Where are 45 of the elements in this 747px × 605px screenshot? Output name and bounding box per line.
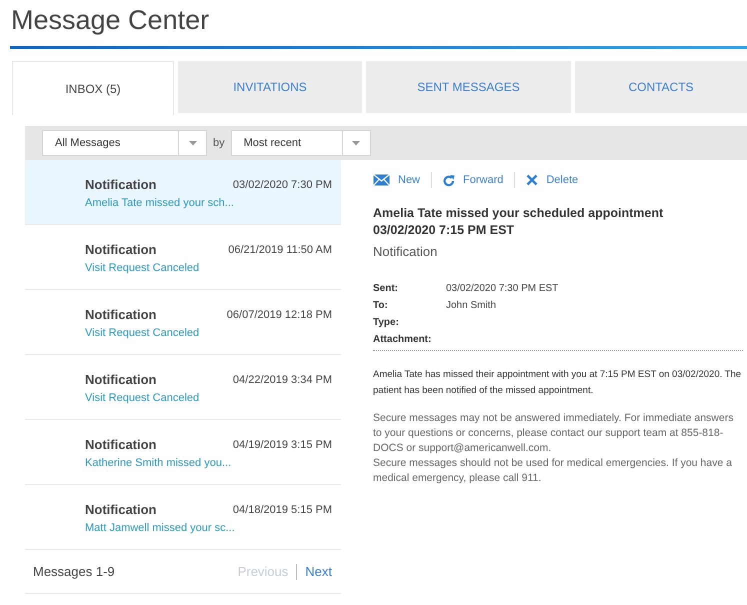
message-body: Amelia Tate has missed their appointment with you at 7:15 PM EST on 03/02/2020. The patient has been notified of the missed appointment.	[373, 368, 742, 398]
message-date: 04/22/2019 3:34 PM	[232, 373, 332, 388]
message-title: Notification	[85, 371, 156, 389]
message-preview: Visit Request Canceled	[85, 260, 200, 276]
message-title: Notification	[85, 306, 156, 324]
message-date: 04/19/2019 3:15 PM	[232, 438, 332, 453]
message-title: Notification	[85, 501, 156, 519]
page-title: Message Center	[10, 4, 210, 37]
message-title: Notification	[85, 436, 156, 454]
field-value: John Smith	[446, 298, 496, 312]
caret-icon	[188, 140, 196, 146]
message-date: 04/18/2019 5:15 PM	[232, 503, 332, 518]
message-date: 03/02/2020 7:30 PM	[232, 178, 332, 193]
refresh-icon	[443, 174, 456, 186]
message-title: Notification	[85, 176, 156, 194]
pagination-link[interactable]: Next	[305, 562, 332, 582]
message-preview: Visit Request Canceled	[85, 326, 200, 340]
field-label: Sent:	[373, 282, 399, 296]
field-value: 03/02/2020 7:30 PM EST	[446, 282, 558, 296]
message-category: Notification	[373, 243, 438, 261]
envelope-icon	[373, 174, 390, 186]
delete-button[interactable]: Delete	[526, 172, 578, 188]
message-preview: Amelia Tate missed your sch...	[85, 196, 235, 210]
message-preview: Katherine Smith missed you...	[85, 456, 232, 470]
message-subject: Amelia Tate missed your scheduled appointment 03/02/2020 7:15 PM EST	[373, 205, 664, 239]
message-preview: Visit Request Canceled	[85, 390, 200, 406]
message-title: Notification	[85, 241, 156, 259]
sort-dropdown[interactable]: Most recent	[230, 130, 371, 156]
notice-text: Secure messages may not be answered immediately. For immediate answers to your questions or concerns, please contact our support team at 855-818-DOCS or support@americanwell.com.	[373, 410, 734, 456]
caret-icon	[352, 140, 360, 146]
new-button[interactable]: New	[373, 172, 420, 188]
message-date: 06/21/2019 11:50 AM	[228, 243, 332, 258]
message-preview: Matt Jamwell missed your sc...	[85, 520, 236, 536]
by-label: by	[212, 136, 226, 151]
tab[interactable]: INBOX (5)	[12, 61, 174, 115]
notice-text: Secure messages should not be used for medical emergencies. If you have a medical emergency, please call 911.	[373, 456, 733, 486]
field-label: Type:	[373, 316, 400, 330]
message-filter-dropdown[interactable]: All Messages	[42, 130, 207, 156]
forward-button[interactable]: Forward	[443, 172, 504, 188]
close-icon	[526, 174, 538, 186]
field-label: To:	[373, 298, 389, 312]
message-count: Messages 1-9	[33, 562, 115, 581]
field-label: Attachment:	[373, 332, 432, 346]
message-item[interactable]: Notification 03/02/2020 7:30 PM Amelia Tate missed your sch...	[25, 160, 341, 225]
message-date: 06/07/2019 12:18 PM	[226, 308, 332, 323]
